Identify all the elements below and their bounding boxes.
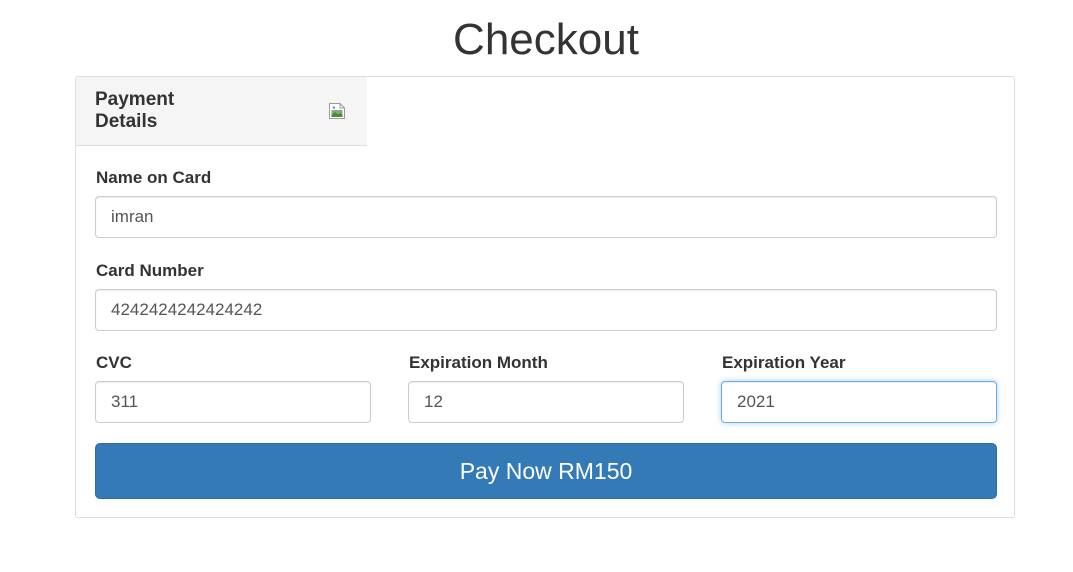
broken-image-icon [328, 102, 346, 120]
panel-heading: Payment Details [76, 77, 367, 146]
name-on-card-input[interactable] [95, 196, 997, 238]
page-title: Checkout [453, 15, 639, 64]
payment-panel: Payment Details Name on Card Card Number… [75, 76, 1015, 518]
expiration-year-input[interactable] [721, 381, 997, 423]
cvc-input[interactable] [95, 381, 371, 423]
expiration-year-label: Expiration Year [722, 353, 846, 372]
cvc-label: CVC [96, 353, 132, 372]
card-number-input[interactable] [95, 289, 997, 331]
pay-now-button[interactable]: Pay Now RM150 [95, 443, 997, 499]
expiration-month-input[interactable] [408, 381, 684, 423]
card-number-label: Card Number [96, 261, 204, 280]
expiration-month-label: Expiration Month [409, 353, 548, 372]
panel-heading-title: Payment Details [95, 89, 175, 132]
name-on-card-label: Name on Card [96, 168, 212, 187]
